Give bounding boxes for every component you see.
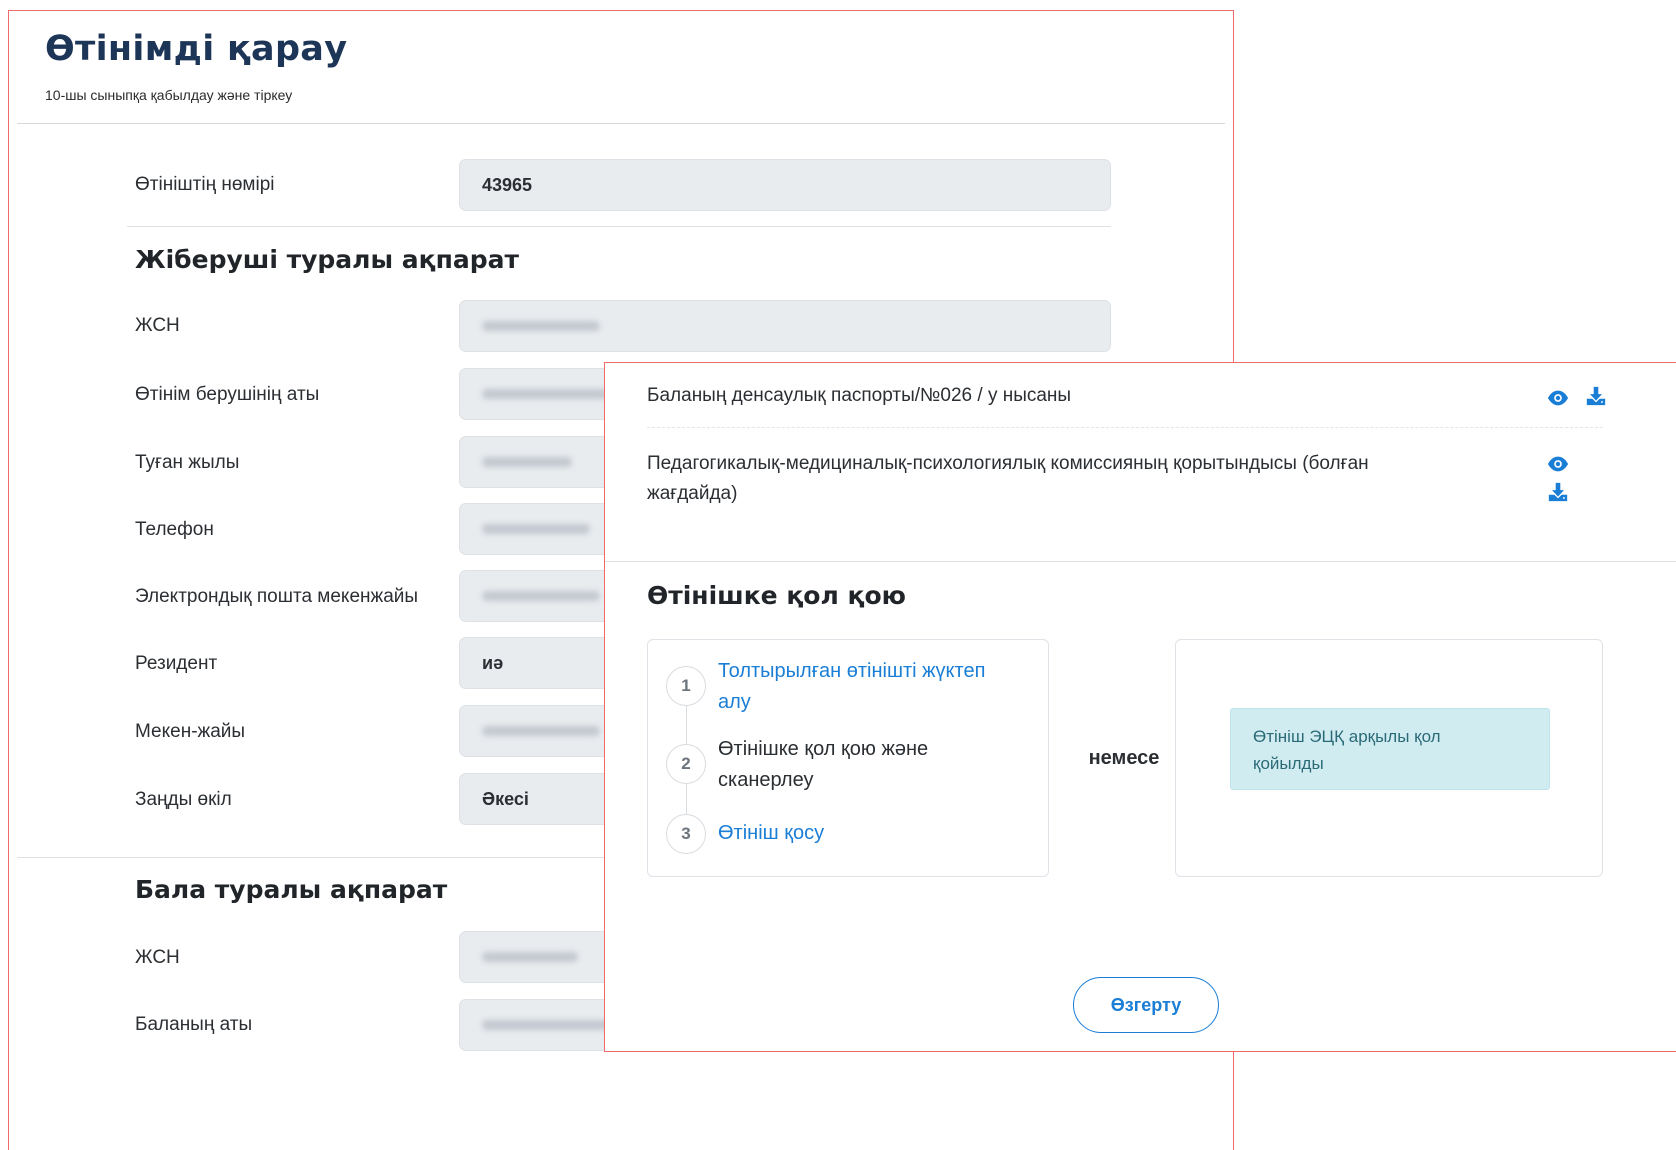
application-number-label: Өтініштің нөмірі <box>135 174 275 195</box>
document-divider <box>647 427 1603 428</box>
step-number-3: 3 <box>666 814 706 854</box>
sender-address-label: Мекен-жайы <box>135 721 246 742</box>
step-number-2: 2 <box>666 744 706 784</box>
sender-resident-value: иә <box>482 652 504 673</box>
step-2-line1: Өтінішке қол қою және <box>718 738 929 760</box>
application-number-value: 43965 <box>482 174 533 195</box>
download-icon[interactable] <box>1585 385 1607 407</box>
download-filled-application-link[interactable]: Толтырылған өтінішті жүктеп алу <box>718 656 985 718</box>
sender-email-label: Электрондық пошта мекенжайы <box>135 586 419 607</box>
ecp-alert-line1: Өтініш ЭЦҚ арқылы қол <box>1253 727 1441 746</box>
section-divider <box>605 561 1676 562</box>
child-iin-label: ЖСН <box>135 947 180 968</box>
blurred-value <box>482 389 610 399</box>
sender-resident-label: Резидент <box>135 653 218 674</box>
document-health-passport: Баланың денсаулық паспорты/№026 / у ныса… <box>647 385 1072 406</box>
ecp-signature-box: Өтініш ЭЦҚ арқылы қол қойылды <box>1175 639 1603 877</box>
legal-representative-value: Әкесі <box>482 788 529 809</box>
step-2-line2: сканерлеу <box>718 769 814 791</box>
blurred-value <box>482 591 600 601</box>
eye-icon[interactable] <box>1547 453 1569 475</box>
sender-section-title: Жіберуші туралы ақпарат <box>135 245 520 274</box>
eye-icon[interactable] <box>1547 387 1569 409</box>
sender-iin-field <box>459 300 1111 352</box>
blurred-value <box>482 726 600 736</box>
sign-and-scan-step: Өтінішке қол қою және сканерлеу <box>718 734 928 796</box>
section-divider <box>127 226 1111 227</box>
ecp-alert-line2: қойылды <box>1253 754 1324 773</box>
child-name-label: Баланың аты <box>135 1014 253 1035</box>
header-divider <box>17 123 1225 124</box>
ecp-signed-alert: Өтініш ЭЦҚ арқылы қол қойылды <box>1230 708 1550 790</box>
blurred-value <box>482 524 590 534</box>
document-pmpk-conclusion: Педагогикалық-медициналық-психологиялық … <box>647 449 1369 509</box>
signing-section-title: Өтінішке қол қою <box>647 581 906 610</box>
change-button[interactable]: Өзгерту <box>1073 977 1219 1033</box>
sender-iin-label: ЖСН <box>135 315 180 336</box>
download-icon[interactable] <box>1547 481 1569 503</box>
document-pmpk-line1: Педагогикалық-медициналық-психологиялық … <box>647 453 1369 474</box>
add-application-link[interactable]: Өтініш қосу <box>718 818 824 849</box>
document-pmpk-line2: жағдайда) <box>647 483 738 504</box>
sender-phone-label: Телефон <box>135 519 214 540</box>
or-separator: немесе <box>1088 747 1160 769</box>
blurred-value <box>482 952 578 962</box>
page-title: Өтінімді қарау <box>45 29 348 69</box>
blurred-value <box>482 321 600 331</box>
blurred-value <box>482 457 572 467</box>
step-1-line1: Толтырылған өтінішті жүктеп <box>718 660 986 682</box>
page-subtitle: 10-шы сыныпқа қабылдау және тіркеу <box>45 87 293 103</box>
application-number-field: 43965 <box>459 159 1111 211</box>
sender-birth-label: Туған жылы <box>135 452 240 473</box>
step-1-line2: алу <box>718 691 751 713</box>
child-section-title: Бала туралы ақпарат <box>135 875 448 904</box>
legal-representative-label: Заңды өкіл <box>135 789 232 810</box>
documents-signing-panel: Баланың денсаулық паспорты/№026 / у ныса… <box>604 362 1676 1052</box>
step-number-1: 1 <box>666 666 706 706</box>
signing-steps-box: 1 Толтырылған өтінішті жүктеп алу 2 Өтін… <box>647 639 1049 877</box>
sender-name-label: Өтінім берушінің аты <box>135 384 320 405</box>
